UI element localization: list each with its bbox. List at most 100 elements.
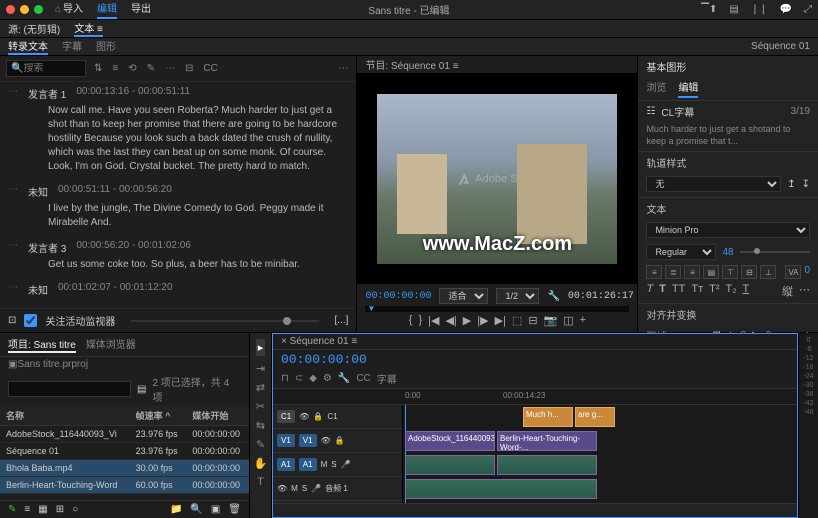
download-style-icon[interactable]: ↧ — [802, 179, 810, 190]
audio-clip[interactable] — [405, 479, 597, 499]
font-size-value[interactable]: 48 — [722, 247, 733, 258]
zoom-slider[interactable] — [131, 320, 318, 322]
video-clip[interactable]: AdobeStock_116440093_Video... — [405, 431, 495, 451]
col-name[interactable]: 名称 — [0, 406, 130, 426]
mark-out-icon[interactable]: } — [418, 314, 422, 327]
subtitle-tab[interactable]: 字幕 — [62, 38, 82, 55]
style-dropdown[interactable]: 无 — [646, 176, 781, 192]
transcript-text[interactable]: I live by the jungle, The Divine Comedy … — [8, 202, 348, 230]
wrench2-icon[interactable]: 🔧 — [338, 373, 350, 384]
cc2-icon[interactable]: CC — [356, 373, 370, 384]
col-fps[interactable]: 帧速率 ^ — [130, 406, 187, 426]
font-family-dropdown[interactable]: Minion Pro — [646, 222, 810, 238]
track-header-a1[interactable]: A1A1MS🎤 — [273, 453, 402, 477]
bin-filter-icon[interactable]: ▤ — [137, 384, 146, 395]
audio-clip[interactable] — [497, 455, 597, 475]
timeline-timecode[interactable]: 00:00:00:00 — [273, 350, 797, 369]
lift-icon[interactable]: ⬚ — [512, 314, 522, 327]
maximize-window-icon[interactable] — [34, 5, 43, 14]
chat-icon[interactable]: 💬 — [780, 4, 792, 15]
superscript-icon[interactable]: T² — [709, 283, 719, 299]
track-header-audio[interactable]: 👁MS🎤音频 1 — [273, 477, 402, 501]
edit-icon[interactable]: ✎ — [145, 61, 157, 76]
track-header-c1[interactable]: C1👁🔒C1 — [273, 405, 402, 429]
allcaps-icon[interactable]: TT — [672, 283, 685, 299]
export-frame-icon[interactable]: 📷 — [544, 314, 558, 327]
list-view-icon[interactable]: ≡ — [24, 504, 30, 515]
freeform-icon[interactable]: ⊞ — [56, 504, 64, 515]
find-icon[interactable]: 🔍 — [190, 504, 202, 515]
audio-clip[interactable] — [405, 455, 495, 475]
go-in-icon[interactable]: |◀ — [428, 314, 439, 327]
tategaki-icon[interactable]: 縦 — [782, 283, 793, 299]
tracking-icon[interactable]: VA — [785, 265, 801, 279]
underline-icon[interactable]: T — [743, 283, 750, 299]
more-icon[interactable]: ⋯ — [336, 61, 350, 76]
marker-icon[interactable]: ◆ — [309, 373, 317, 384]
align-bottom-icon[interactable]: ⊥ — [760, 265, 776, 279]
slip-tool-icon[interactable]: ⇆ — [256, 419, 265, 432]
resolution-dropdown[interactable]: 1/2 — [496, 288, 539, 304]
new-button-icon[interactable]: ▣ — [211, 504, 220, 515]
link-icon[interactable]: ⊂ — [295, 373, 303, 384]
sort-icon[interactable]: ≡ — [110, 61, 120, 76]
graphics-tab[interactable]: 图形 — [96, 38, 116, 55]
subscript-icon[interactable]: T₂ — [726, 283, 737, 299]
snippet-icon[interactable]: ⊡ — [8, 315, 16, 326]
subtitle-track-btn[interactable]: 字幕 — [377, 371, 397, 386]
step-back-icon[interactable]: ◀| — [445, 314, 456, 327]
minimize-window-icon[interactable] — [20, 5, 29, 14]
timeline-content[interactable]: Much h... are g... AdobeStock_116440093_… — [403, 405, 797, 503]
cc-icon[interactable]: CC — [201, 61, 219, 76]
transcript-item[interactable]: ⋯发言者 300:00:56:20 - 00:01:02:06 Get us s… — [8, 240, 348, 272]
align-middle-icon[interactable]: ⊟ — [741, 265, 757, 279]
hand-tool-icon[interactable]: ✋ — [254, 457, 268, 470]
import-tab[interactable]: 导入 — [63, 0, 83, 19]
transcript-item[interactable]: ⋯未知00:00:51:11 - 00:00:56:20 I live by t… — [8, 184, 348, 230]
align-center-icon[interactable]: ≣ — [665, 265, 681, 279]
align-right-icon[interactable]: ≡ — [684, 265, 700, 279]
step-fwd-icon[interactable]: |▶ — [477, 314, 488, 327]
smallcaps-icon[interactable]: Tᴛ — [691, 283, 703, 299]
search-input[interactable] — [23, 63, 77, 74]
table-row[interactable]: Séquence 0123.976 fps00:00:00:00 — [0, 443, 249, 460]
pen-tool-icon[interactable]: ✎ — [256, 438, 265, 451]
extract-icon[interactable]: ⊟ — [528, 314, 537, 327]
table-row[interactable]: Berlin-Heart-Touching-Word60.00 fps00:00… — [0, 477, 249, 494]
scrubber[interactable]: ▼ — [365, 306, 629, 312]
text-panel-tab[interactable]: 文本 ≡ — [74, 20, 103, 37]
bold-icon[interactable]: T — [659, 283, 666, 299]
play-icon[interactable]: ▶ — [463, 314, 471, 327]
transcript-text[interactable]: Now call me. Have you seen Roberta? Much… — [8, 104, 348, 174]
caption-clip[interactable]: are g... — [575, 407, 615, 427]
compare-icon[interactable]: ◫ — [563, 314, 573, 327]
table-row[interactable]: AdobeStock_116440093_Vi23.976 fps00:00:0… — [0, 426, 249, 443]
align-justify-icon[interactable]: ▤ — [703, 265, 719, 279]
selection-tool-icon[interactable]: ▸ — [256, 339, 266, 356]
mark-in-icon[interactable]: { — [409, 314, 413, 327]
zoom-out-icon[interactable]: ○ — [72, 504, 78, 515]
workspace-icon[interactable]: ▤ — [729, 4, 738, 15]
italic-icon[interactable]: T — [646, 283, 653, 299]
timeline-ruler[interactable]: 0:00 00:00:14:23 — [273, 389, 797, 405]
follow-monitor-checkbox[interactable] — [24, 314, 37, 327]
tracking-value[interactable]: 0 — [804, 265, 810, 279]
more-style-icon[interactable]: ⋯ — [799, 283, 810, 299]
caption-clip[interactable]: Much h... — [523, 407, 573, 427]
icon-view-icon[interactable]: ▦ — [38, 504, 47, 515]
media-browser-tab[interactable]: 媒体浏览器 — [86, 336, 136, 353]
timeline-header[interactable]: × Séquence 01 ≡ — [273, 334, 797, 350]
go-out-icon[interactable]: ▶| — [495, 314, 506, 327]
razor-tool-icon[interactable]: ✂ — [256, 400, 265, 413]
video-clip[interactable]: Berlin-Heart-Touching-Word-... — [497, 431, 597, 451]
markers-icon[interactable]: ❘❘ — [751, 4, 768, 15]
new-item-icon[interactable]: ✎ — [8, 504, 16, 515]
align-top-icon[interactable]: ⊤ — [722, 265, 738, 279]
transcribe-tab[interactable]: 转录文本 — [8, 38, 48, 55]
transcript-item[interactable]: ⋯未知00:01:02:07 - 00:01:12:20 — [8, 282, 348, 297]
track-header-v1[interactable]: V1V1👁🔒 — [273, 429, 402, 453]
search-box[interactable]: 🔍 — [6, 60, 86, 77]
close-window-icon[interactable] — [6, 5, 15, 14]
add-icon[interactable]: + — [580, 314, 586, 327]
type-tool-icon[interactable]: T — [257, 476, 264, 488]
